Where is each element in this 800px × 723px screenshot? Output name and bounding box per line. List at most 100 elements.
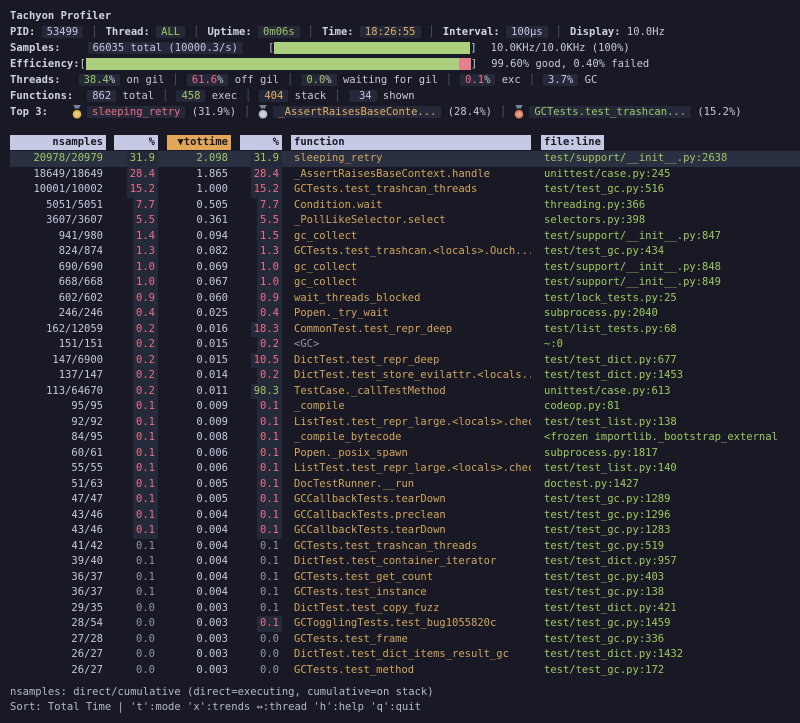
table-row[interactable]: 28/540.00.0030.1GCTogglingTests.test_bug… xyxy=(10,616,800,632)
cell-cumulative-pct: 0.1 xyxy=(240,461,282,477)
cell-tottime: 0.016 xyxy=(167,322,231,338)
cell-fileline: test/list_tests.py:68 xyxy=(541,322,791,338)
cell-cumulative-pct: 0.0 xyxy=(240,663,282,679)
column-header-cumulative-pct[interactable]: % xyxy=(240,135,282,151)
cell-fileline: unittest/case.py:245 xyxy=(541,167,791,183)
table-row[interactable]: 43/460.10.0040.1GCCallbackTests.preclean… xyxy=(10,508,800,524)
table-row[interactable]: 18649/1864928.41.86528.4_AssertRaisesBas… xyxy=(10,167,800,183)
cell-fileline: test/support/__init__.py:847 xyxy=(541,229,791,245)
thread-stat-label: exc xyxy=(495,74,520,86)
table-row[interactable]: 602/6020.90.0600.9wait_threads_blockedte… xyxy=(10,291,800,307)
cell-cumulative-pct: 5.5 xyxy=(240,213,282,229)
cell-direct-pct: 0.2 xyxy=(114,384,158,400)
samples-rate: 10.0KHz/10.0KHz (100%) xyxy=(491,42,630,54)
table-row[interactable]: 36/370.10.0040.1GCTests.test_get_countte… xyxy=(10,570,800,586)
table-row[interactable]: 147/69000.20.01510.5DictTest.test_repr_d… xyxy=(10,353,800,369)
cell-direct-pct: 1.4 xyxy=(114,229,158,245)
table-row[interactable]: 27/280.00.0030.0GCTests.test_frametest/t… xyxy=(10,632,800,648)
cell-fileline: test/test_dict.py:1453 xyxy=(541,368,791,384)
table-row[interactable]: 51/630.10.0050.1DocTestRunner.__rundocte… xyxy=(10,477,800,493)
cell-tottime: 0.361 xyxy=(167,213,231,229)
top3-entry: sleeping_retry (31.9%) xyxy=(72,105,236,119)
cell-fileline: test/test_gc.py:516 xyxy=(541,182,791,198)
table-row[interactable]: 26/270.00.0030.0GCTests.test_methodtest/… xyxy=(10,663,800,679)
table-row[interactable]: 162/120590.20.01618.3CommonTest.test_rep… xyxy=(10,322,800,338)
table-row[interactable]: 95/950.10.0090.1_compilecodeop.py:81 xyxy=(10,399,800,415)
cell-nsamples: 18649/18649 xyxy=(10,167,106,183)
table-row[interactable]: 824/8741.30.0821.3GCTests.test_trashcan.… xyxy=(10,244,800,260)
table-row[interactable]: 36/370.10.0040.1GCTests.test_instancetes… xyxy=(10,585,800,601)
column-header-function[interactable]: function xyxy=(291,135,531,151)
cell-direct-pct: 0.1 xyxy=(114,554,158,570)
bar-bracket: ] xyxy=(470,42,476,54)
column-header-nsamples[interactable]: nsamples xyxy=(10,135,106,151)
cell-direct-pct: 28.4 xyxy=(114,167,158,183)
cell-nsamples: 602/602 xyxy=(10,291,106,307)
cell-function: _compile xyxy=(291,399,531,415)
thread-stat-value: 0.1% xyxy=(460,74,495,86)
table-row[interactable]: 690/6901.00.0691.0gc_collecttest/support… xyxy=(10,260,800,276)
cell-tottime: 0.004 xyxy=(167,585,231,601)
cell-function: gc_collect xyxy=(291,229,531,245)
table-row[interactable]: 941/9801.40.0941.5gc_collecttest/support… xyxy=(10,229,800,245)
cell-direct-pct: 0.1 xyxy=(114,539,158,555)
uptime-value: 0m06s xyxy=(258,26,300,38)
table-row[interactable]: 3607/36075.50.3615.5_PollLikeSelector.se… xyxy=(10,213,800,229)
cell-cumulative-pct: 0.1 xyxy=(240,570,282,586)
cell-direct-pct: 0.1 xyxy=(114,399,158,415)
table-row[interactable]: 113/646700.20.01198.3TestCase._callTestM… xyxy=(10,384,800,400)
cell-fileline: subprocess.py:1817 xyxy=(541,446,791,462)
cell-tottime: 0.069 xyxy=(167,260,231,276)
cell-function: DocTestRunner.__run xyxy=(291,477,531,493)
table-row[interactable]: 246/2460.40.0250.4Popen._try_waitsubproc… xyxy=(10,306,800,322)
table-row[interactable]: 10001/1000215.21.00015.2GCTests.test_tra… xyxy=(10,182,800,198)
cell-nsamples: 84/95 xyxy=(10,430,106,446)
cell-direct-pct: 0.1 xyxy=(114,523,158,539)
cell-cumulative-pct: 0.1 xyxy=(240,616,282,632)
table-row[interactable]: 55/550.10.0060.1ListTest.test_repr_large… xyxy=(10,461,800,477)
cell-function: _PollLikeSelector.select xyxy=(291,213,531,229)
separator: │ xyxy=(237,90,259,102)
cell-tottime: 0.003 xyxy=(167,601,231,617)
cell-fileline: test/test_gc.py:1296 xyxy=(541,508,791,524)
cell-cumulative-pct: 18.3 xyxy=(240,322,282,338)
cell-function: _AssertRaisesBaseContext.handle xyxy=(291,167,531,183)
table-row[interactable]: 92/920.10.0090.1ListTest.test_repr_large… xyxy=(10,415,800,431)
cell-tottime: 0.014 xyxy=(167,368,231,384)
table-row[interactable]: 84/950.10.0080.1_compile_bytecode<frozen… xyxy=(10,430,800,446)
table-body: 20978/2097931.92.09831.9sleeping_retryte… xyxy=(10,151,800,678)
table-row[interactable]: 60/610.10.0060.1Popen._posix_spawnsubpro… xyxy=(10,446,800,462)
cell-cumulative-pct: 0.1 xyxy=(240,585,282,601)
column-header-tottime-sorted[interactable]: ▼tottime xyxy=(167,135,231,151)
pid-label: PID: xyxy=(10,26,35,38)
cell-cumulative-pct: 10.5 xyxy=(240,353,282,369)
table-row[interactable]: 41/420.10.0040.1GCTests.test_trashcan_th… xyxy=(10,539,800,555)
cell-fileline: test/test_dict.py:677 xyxy=(541,353,791,369)
page-title: Tachyon Profiler xyxy=(10,10,111,22)
table-row[interactable]: 5051/50517.70.5057.7Condition.waitthread… xyxy=(10,198,800,214)
table-row[interactable]: 151/1510.20.0150.2<GC>~:0 xyxy=(10,337,800,353)
table-row[interactable]: 29/350.00.0030.1DictTest.test_copy_fuzzt… xyxy=(10,601,800,617)
cell-function: DictTest.test_copy_fuzz xyxy=(291,601,531,617)
table-row[interactable]: 43/460.10.0040.1GCCallbackTests.tearDown… xyxy=(10,523,800,539)
separator: │ xyxy=(548,26,570,38)
functions-line: Functions: 862 total│458 exec│404 stack│… xyxy=(10,88,800,104)
table-row[interactable]: 668/6681.00.0671.0gc_collecttest/support… xyxy=(10,275,800,291)
cell-fileline: test/lock_tests.py:25 xyxy=(541,291,791,307)
top3-entry: _AssertRaisesBaseConte... (28.4%) xyxy=(258,105,492,119)
cell-direct-pct: 5.5 xyxy=(114,213,158,229)
column-header-fileline[interactable]: file:line xyxy=(541,135,791,151)
cell-direct-pct: 0.0 xyxy=(114,601,158,617)
cell-nsamples: 20978/20979 xyxy=(10,151,106,167)
cell-cumulative-pct: 0.2 xyxy=(240,368,282,384)
table-row[interactable]: 47/470.10.0050.1GCCallbackTests.tearDown… xyxy=(10,492,800,508)
table-row-selected[interactable]: 20978/2097931.92.09831.9sleeping_retryte… xyxy=(10,151,800,167)
table-row[interactable]: 137/1470.20.0140.2DictTest.test_store_ev… xyxy=(10,368,800,384)
table-row[interactable]: 39/400.10.0040.1DictTest.test_container_… xyxy=(10,554,800,570)
cell-function: Popen._posix_spawn xyxy=(291,446,531,462)
top3-line: Top 3: sleeping_retry (31.9%)│_AssertRai… xyxy=(10,104,800,120)
medal-bronze-icon xyxy=(514,105,524,119)
cell-direct-pct: 0.1 xyxy=(114,570,158,586)
column-header-direct-pct[interactable]: % xyxy=(114,135,158,151)
table-row[interactable]: 26/270.00.0030.0DictTest.test_dict_items… xyxy=(10,647,800,663)
